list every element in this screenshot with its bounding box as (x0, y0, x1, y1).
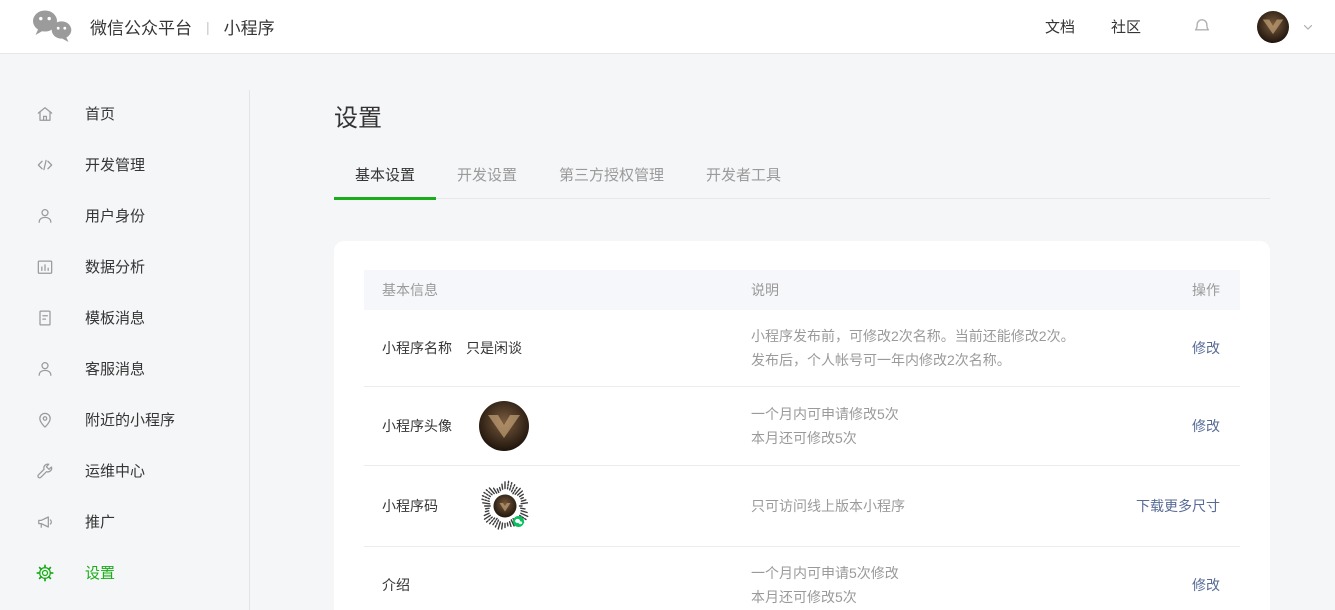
brand-separator: | (206, 19, 210, 35)
page-title: 设置 (334, 98, 1335, 133)
person-icon (35, 359, 55, 379)
sidebar-item-user-identity[interactable]: 用户身份 (0, 190, 250, 241)
row-label: 小程序头像 (382, 416, 466, 436)
gear-icon (35, 563, 55, 583)
row-desc: 一个月内可申请修改5次 (751, 402, 1091, 426)
table-row-avatar: 小程序头像 一个月内可申请修改5次 本月还可修改5次 修改 (364, 387, 1240, 466)
avatar-emblem (479, 401, 529, 451)
sidebar-item-label: 运维中心 (85, 460, 145, 481)
user-avatar[interactable] (1257, 11, 1289, 43)
sidebar-item-dev-management[interactable]: 开发管理 (0, 139, 250, 190)
column-header-info: 基本信息 (364, 280, 751, 300)
main-content: 设置 基本设置 开发设置 第三方授权管理 开发者工具 基本信息 说明 操作 小程… (250, 54, 1335, 610)
brand-name: 微信公众平台 (90, 14, 192, 39)
nav-community-link[interactable]: 社区 (1111, 16, 1141, 37)
sidebar-item-label: 用户身份 (85, 205, 145, 226)
tab-basic-settings[interactable]: 基本设置 (334, 164, 436, 200)
row-desc: 一个月内可申请5次修改 (751, 561, 1091, 585)
wechat-logo-icon (30, 8, 76, 46)
sidebar: 首页 开发管理 用户身份 数据分析 模板消息 (0, 54, 250, 610)
topbar-right: 文档 社区 (1045, 11, 1315, 43)
notification-bell-icon[interactable] (1191, 16, 1213, 38)
row-desc: 本月还可修改5次 (751, 585, 1091, 609)
home-icon (35, 104, 55, 124)
location-pin-icon (35, 410, 55, 430)
sidebar-item-promotion[interactable]: 推广 (0, 496, 250, 547)
sidebar-item-customer-service-message[interactable]: 客服消息 (0, 343, 250, 394)
sidebar-item-label: 推广 (85, 511, 115, 532)
basic-info-card: 基本信息 说明 操作 小程序名称 只是闲谈 小程序发布前，可修改2次名称。当前还… (334, 241, 1270, 610)
chevron-down-icon[interactable] (1301, 20, 1315, 34)
brand-product: 小程序 (224, 14, 275, 39)
row-label: 小程序码 (382, 496, 466, 516)
sidebar-item-ops-center[interactable]: 运维中心 (0, 445, 250, 496)
wrench-icon (35, 461, 55, 481)
nav-docs-link[interactable]: 文档 (1045, 16, 1075, 37)
avatar-emblem (1257, 11, 1289, 43)
bar-chart-icon (35, 257, 55, 277)
sidebar-item-label: 数据分析 (85, 256, 145, 277)
sidebar-item-nearby-mini-programs[interactable]: 附近的小程序 (0, 394, 250, 445)
sidebar-item-home[interactable]: 首页 (0, 88, 250, 139)
table-row-intro: 介绍 一个月内可申请5次修改 本月还可修改5次 修改 (364, 547, 1240, 610)
sidebar-item-template-message[interactable]: 模板消息 (0, 292, 250, 343)
sidebar-item-label: 附近的小程序 (85, 409, 175, 430)
sidebar-item-label: 模板消息 (85, 307, 145, 328)
settings-tabs: 基本设置 开发设置 第三方授权管理 开发者工具 (334, 164, 1270, 199)
sidebar-item-settings[interactable]: 设置 (0, 547, 250, 598)
mini-program-code (479, 480, 531, 532)
column-header-desc: 说明 (751, 280, 1091, 300)
modify-name-link[interactable]: 修改 (1192, 340, 1220, 356)
table-row-code: 小程序码 (364, 466, 1240, 547)
row-label: 介绍 (382, 575, 466, 595)
download-more-sizes-link[interactable]: 下载更多尺寸 (1136, 498, 1220, 514)
sidebar-item-label: 设置 (85, 562, 115, 583)
modify-intro-link[interactable]: 修改 (1192, 577, 1220, 593)
mini-program-avatar (479, 401, 529, 451)
tab-dev-settings[interactable]: 开发设置 (436, 164, 538, 200)
user-icon (35, 206, 55, 226)
row-desc: 本月还可修改5次 (751, 426, 1091, 450)
modify-avatar-link[interactable]: 修改 (1192, 418, 1220, 434)
row-desc: 小程序发布前，可修改2次名称。当前还能修改2次。 (751, 324, 1091, 348)
row-label: 小程序名称 (382, 338, 466, 358)
brand-home-link[interactable]: 微信公众平台 | 小程序 (30, 8, 275, 46)
tab-third-party-auth[interactable]: 第三方授权管理 (538, 164, 685, 200)
sidebar-item-label: 开发管理 (85, 154, 145, 175)
table-row-name: 小程序名称 只是闲谈 小程序发布前，可修改2次名称。当前还能修改2次。 发布后，… (364, 310, 1240, 387)
mini-program-name-value: 只是闲谈 (466, 338, 522, 358)
megaphone-icon (35, 512, 55, 532)
column-header-action: 操作 (1091, 280, 1240, 300)
document-icon (35, 308, 55, 328)
tab-developer-tools[interactable]: 开发者工具 (685, 164, 802, 200)
sidebar-item-label: 客服消息 (85, 358, 145, 379)
row-desc: 发布后，个人帐号可一年内修改2次名称。 (751, 348, 1091, 372)
sidebar-item-data-analysis[interactable]: 数据分析 (0, 241, 250, 292)
table-header: 基本信息 说明 操作 (364, 270, 1240, 310)
sidebar-item-label: 首页 (85, 103, 115, 124)
code-icon (35, 155, 55, 175)
top-bar: 微信公众平台 | 小程序 文档 社区 (0, 0, 1335, 54)
row-desc: 只可访问线上版本小程序 (751, 494, 1091, 518)
